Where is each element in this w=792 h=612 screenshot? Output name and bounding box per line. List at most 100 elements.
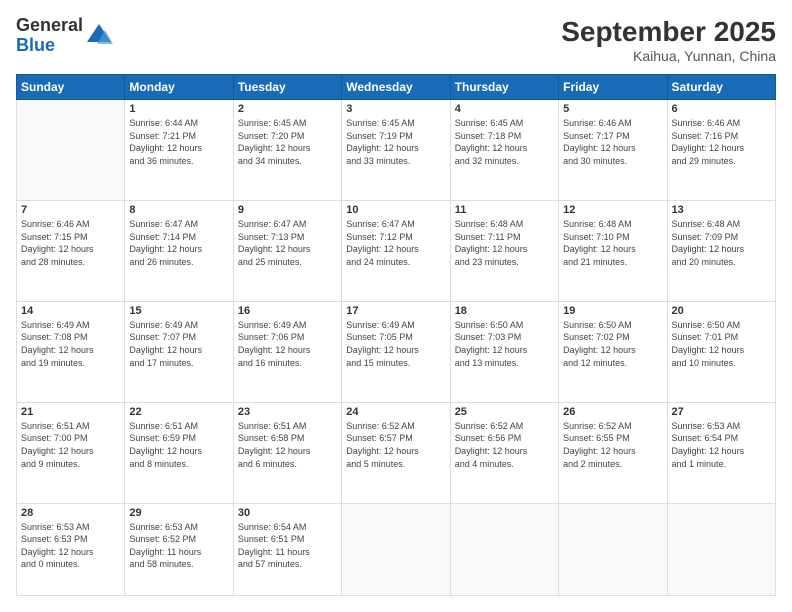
- table-row: 27 Sunrise: 6:53 AM Sunset: 6:54 PM Dayli…: [667, 402, 775, 503]
- day-number: 15: [129, 305, 228, 317]
- day-number: 23: [238, 406, 337, 418]
- title-block: September 2025 Kaihua, Yunnan, China: [561, 16, 776, 64]
- day-number: 2: [238, 103, 337, 115]
- table-row: 28 Sunrise: 6:53 AM Sunset: 6:53 PM Dayli…: [17, 503, 125, 595]
- day-number: 29: [129, 507, 228, 519]
- day-number: 1: [129, 103, 228, 115]
- day-number: 19: [563, 305, 662, 317]
- table-row: 29Sunrise: 6:53 AM Sunset: 6:52 PM Dayli…: [125, 503, 233, 595]
- day-number: 12: [563, 204, 662, 216]
- table-row: 14 Sunrise: 6:49 AM Sunset: 7:08 PM Dayli…: [17, 301, 125, 402]
- table-row: [559, 503, 667, 595]
- logo-icon: [85, 22, 113, 50]
- day-info: Sunrise: 6:47 AM Sunset: 7:12 PM Dayligh…: [346, 218, 445, 268]
- day-number: 17: [346, 305, 445, 317]
- day-info: Sunrise: 6:45 AM Sunset: 7:20 PM Dayligh…: [238, 117, 337, 167]
- table-row: 20 Sunrise: 6:50 AM Sunset: 7:01 PM Dayli…: [667, 301, 775, 402]
- day-number: 28: [21, 507, 120, 519]
- logo-line2: Blue: [16, 36, 83, 56]
- day-info: Sunrise: 6:52 AM Sunset: 6:55 PM Dayligh…: [563, 420, 662, 470]
- table-row: 21Sunrise: 6:51 AM Sunset: 7:00 PM Dayli…: [17, 402, 125, 503]
- day-info: Sunrise: 6:52 AM Sunset: 6:57 PM Dayligh…: [346, 420, 445, 470]
- day-info: Sunrise: 6:53 AM Sunset: 6:53 PM Dayligh…: [21, 521, 120, 571]
- table-row: 1 Sunrise: 6:44 AM Sunset: 7:21 PM Daylig…: [125, 100, 233, 201]
- table-row: 8Sunrise: 6:47 AM Sunset: 7:14 PM Daylig…: [125, 200, 233, 301]
- day-info: Sunrise: 6:49 AM Sunset: 7:06 PM Dayligh…: [238, 319, 337, 369]
- day-info: Sunrise: 6:49 AM Sunset: 7:07 PM Dayligh…: [129, 319, 228, 369]
- header-sunday: Sunday: [17, 75, 125, 100]
- calendar-table: Sunday Monday Tuesday Wednesday Thursday…: [16, 74, 776, 596]
- table-row: 23 Sunrise: 6:51 AM Sunset: 6:58 PM Dayli…: [233, 402, 341, 503]
- day-info: Sunrise: 6:54 AM Sunset: 6:51 PM Dayligh…: [238, 521, 337, 571]
- table-row: 19 Sunrise: 6:50 AM Sunset: 7:02 PM Dayli…: [559, 301, 667, 402]
- logo: General Blue: [16, 16, 113, 56]
- day-number: 11: [455, 204, 554, 216]
- day-number: 13: [672, 204, 771, 216]
- calendar-week-row: 14 Sunrise: 6:49 AM Sunset: 7:08 PM Dayli…: [17, 301, 776, 402]
- table-row: [667, 503, 775, 595]
- day-number: 20: [672, 305, 771, 317]
- day-number: 14: [21, 305, 120, 317]
- day-number: 7: [21, 204, 120, 216]
- table-row: 5 Sunrise: 6:46 AM Sunset: 7:17 PM Daylig…: [559, 100, 667, 201]
- logo-line1: General: [16, 16, 83, 36]
- day-number: 6: [672, 103, 771, 115]
- day-info: Sunrise: 6:50 AM Sunset: 7:01 PM Dayligh…: [672, 319, 771, 369]
- table-row: 22Sunrise: 6:51 AM Sunset: 6:59 PM Dayli…: [125, 402, 233, 503]
- day-info: Sunrise: 6:48 AM Sunset: 7:10 PM Dayligh…: [563, 218, 662, 268]
- day-number: 24: [346, 406, 445, 418]
- day-number: 26: [563, 406, 662, 418]
- day-info: Sunrise: 6:46 AM Sunset: 7:17 PM Dayligh…: [563, 117, 662, 167]
- day-number: 4: [455, 103, 554, 115]
- table-row: 16 Sunrise: 6:49 AM Sunset: 7:06 PM Dayli…: [233, 301, 341, 402]
- day-number: 5: [563, 103, 662, 115]
- day-number: 3: [346, 103, 445, 115]
- table-row: 9 Sunrise: 6:47 AM Sunset: 7:13 PM Daylig…: [233, 200, 341, 301]
- calendar-week-row: 1 Sunrise: 6:44 AM Sunset: 7:21 PM Daylig…: [17, 100, 776, 201]
- table-row: [342, 503, 450, 595]
- header-tuesday: Tuesday: [233, 75, 341, 100]
- table-row: 4 Sunrise: 6:45 AM Sunset: 7:18 PM Daylig…: [450, 100, 558, 201]
- day-info: Sunrise: 6:47 AM Sunset: 7:13 PM Dayligh…: [238, 218, 337, 268]
- day-number: 9: [238, 204, 337, 216]
- table-row: 11 Sunrise: 6:48 AM Sunset: 7:11 PM Dayli…: [450, 200, 558, 301]
- day-info: Sunrise: 6:50 AM Sunset: 7:03 PM Dayligh…: [455, 319, 554, 369]
- header-wednesday: Wednesday: [342, 75, 450, 100]
- day-number: 30: [238, 507, 337, 519]
- day-number: 8: [129, 204, 228, 216]
- day-info: Sunrise: 6:53 AM Sunset: 6:54 PM Dayligh…: [672, 420, 771, 470]
- day-info: Sunrise: 6:48 AM Sunset: 7:11 PM Dayligh…: [455, 218, 554, 268]
- day-info: Sunrise: 6:46 AM Sunset: 7:15 PM Dayligh…: [21, 218, 120, 268]
- table-row: 18 Sunrise: 6:50 AM Sunset: 7:03 PM Dayli…: [450, 301, 558, 402]
- header-friday: Friday: [559, 75, 667, 100]
- day-info: Sunrise: 6:51 AM Sunset: 6:58 PM Dayligh…: [238, 420, 337, 470]
- weekday-header-row: Sunday Monday Tuesday Wednesday Thursday…: [17, 75, 776, 100]
- header-thursday: Thursday: [450, 75, 558, 100]
- day-info: Sunrise: 6:44 AM Sunset: 7:21 PM Dayligh…: [129, 117, 228, 167]
- day-info: Sunrise: 6:48 AM Sunset: 7:09 PM Dayligh…: [672, 218, 771, 268]
- day-number: 18: [455, 305, 554, 317]
- calendar-title: September 2025: [561, 16, 776, 48]
- day-info: Sunrise: 6:51 AM Sunset: 7:00 PM Dayligh…: [21, 420, 120, 470]
- logo-text: General Blue: [16, 16, 83, 56]
- table-row: 24 Sunrise: 6:52 AM Sunset: 6:57 PM Dayli…: [342, 402, 450, 503]
- table-row: 3Sunrise: 6:45 AM Sunset: 7:19 PM Daylig…: [342, 100, 450, 201]
- table-row: 15 Sunrise: 6:49 AM Sunset: 7:07 PM Dayli…: [125, 301, 233, 402]
- day-number: 25: [455, 406, 554, 418]
- table-row: [17, 100, 125, 201]
- table-row: 26 Sunrise: 6:52 AM Sunset: 6:55 PM Dayli…: [559, 402, 667, 503]
- table-row: 25Sunrise: 6:52 AM Sunset: 6:56 PM Dayli…: [450, 402, 558, 503]
- day-info: Sunrise: 6:51 AM Sunset: 6:59 PM Dayligh…: [129, 420, 228, 470]
- header-saturday: Saturday: [667, 75, 775, 100]
- calendar-subtitle: Kaihua, Yunnan, China: [561, 48, 776, 64]
- day-info: Sunrise: 6:50 AM Sunset: 7:02 PM Dayligh…: [563, 319, 662, 369]
- day-info: Sunrise: 6:45 AM Sunset: 7:18 PM Dayligh…: [455, 117, 554, 167]
- day-number: 16: [238, 305, 337, 317]
- table-row: 10Sunrise: 6:47 AM Sunset: 7:12 PM Dayli…: [342, 200, 450, 301]
- day-info: Sunrise: 6:49 AM Sunset: 7:08 PM Dayligh…: [21, 319, 120, 369]
- day-info: Sunrise: 6:49 AM Sunset: 7:05 PM Dayligh…: [346, 319, 445, 369]
- table-row: 17 Sunrise: 6:49 AM Sunset: 7:05 PM Dayli…: [342, 301, 450, 402]
- day-number: 27: [672, 406, 771, 418]
- calendar-week-row: 7 Sunrise: 6:46 AM Sunset: 7:15 PM Daylig…: [17, 200, 776, 301]
- table-row: 30 Sunrise: 6:54 AM Sunset: 6:51 PM Dayli…: [233, 503, 341, 595]
